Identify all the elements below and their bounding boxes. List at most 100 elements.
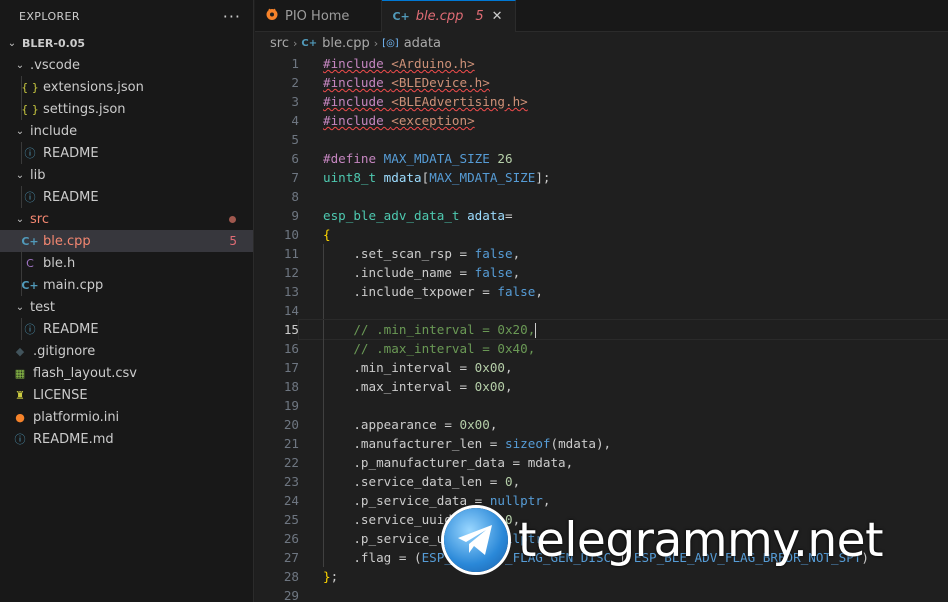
code-text: uint8_t mdata[MAX_MDATA_SIZE];	[299, 168, 948, 187]
file-item[interactable]: ♜ LICENSE	[0, 384, 253, 406]
code-line[interactable]: 20 .appearance = 0x00,	[255, 415, 948, 434]
file-item[interactable]: C+ main.cpp	[0, 274, 253, 296]
folder-item[interactable]: ⌄ src	[0, 208, 253, 230]
code-line[interactable]: 17 .min_interval = 0x00,	[255, 358, 948, 377]
item-label: README	[43, 145, 99, 161]
code-line[interactable]: 4 #include <exception>	[255, 111, 948, 130]
line-number: 10	[283, 227, 299, 242]
explorer-header: EXPLORER ···	[0, 0, 253, 32]
line-number: 13	[283, 284, 299, 299]
close-icon[interactable]: ✕	[492, 9, 503, 24]
file-item[interactable]: ● platformio.ini	[0, 406, 253, 428]
indent-guide	[323, 339, 324, 358]
file-item[interactable]: ⓘ README	[0, 186, 253, 208]
code-text: #define MAX_MDATA_SIZE 26	[299, 149, 948, 168]
item-label: README.md	[33, 431, 114, 447]
indent-guide	[323, 415, 324, 434]
tab-label: ble.cpp	[415, 9, 464, 24]
file-tree: ⌄ BLER-0.05 ⌄ .vscode { } extensions.json { } s…	[0, 32, 253, 450]
item-label: main.cpp	[43, 277, 104, 293]
code-line[interactable]: 18 .max_interval = 0x00,	[255, 377, 948, 396]
code-line[interactable]: 12 .include_name = false,	[255, 263, 948, 282]
code-token: 0	[504, 474, 513, 489]
code-text: .min_interval = 0x00,	[299, 358, 948, 377]
code-token: 0x00	[474, 360, 505, 375]
line-number: 17	[283, 360, 299, 375]
more-actions-icon[interactable]: ···	[223, 7, 241, 26]
file-item[interactable]: Cble.h	[0, 252, 253, 274]
code-token: (mdata),	[550, 436, 612, 451]
code-line[interactable]: 6 #define MAX_MDATA_SIZE 26	[255, 149, 948, 168]
indent-guide	[323, 510, 324, 529]
code-line[interactable]: 1 #include <Arduino.h>	[255, 54, 948, 73]
code-token: ,	[535, 284, 543, 299]
line-number: 1	[291, 56, 299, 71]
code-token: .service_data_len =	[323, 474, 505, 489]
code-line[interactable]: 19	[255, 396, 948, 415]
file-item[interactable]: ◆ .gitignore	[0, 340, 253, 362]
file-item[interactable]: ⓘ README.md	[0, 428, 253, 450]
breadcrumb-folder[interactable]: src	[270, 36, 289, 51]
code-line[interactable]: 11 .set_scan_rsp = false,	[255, 244, 948, 263]
info-icon: ⓘ	[24, 323, 36, 336]
folder-item[interactable]: ⌄ include	[0, 120, 253, 142]
chevron-right-icon: ›	[373, 36, 379, 50]
header-file-icon: C	[26, 256, 34, 270]
code-token: #include	[323, 75, 392, 90]
code-token: false	[474, 246, 513, 261]
code-line[interactable]: 23 .service_data_len = 0,	[255, 472, 948, 491]
code-line[interactable]: 14	[255, 301, 948, 320]
code-token: <Arduino.h>	[391, 56, 475, 71]
folder-item[interactable]: ⌄ lib	[0, 164, 253, 186]
file-item[interactable]: { } extensions.json	[0, 76, 253, 98]
code-line[interactable]: 16 // .max_interval = 0x40,	[255, 339, 948, 358]
breadcrumb-file[interactable]: ble.cpp	[322, 36, 370, 51]
code-line[interactable]: 29	[255, 586, 948, 602]
line-number: 24	[283, 493, 299, 508]
indent-guide	[323, 244, 324, 263]
code-line[interactable]: 8	[255, 187, 948, 206]
code-line[interactable]: 13 .include_txpower = false,	[255, 282, 948, 301]
code-line[interactable]: 22 .p_manufacturer_data = mdata,	[255, 453, 948, 472]
folder-item[interactable]: ⌄ test	[0, 296, 253, 318]
platformio-icon: ●	[15, 410, 25, 424]
code-line[interactable]: 3 #include <BLEAdvertising.h>	[255, 92, 948, 111]
code-line[interactable]: 9 esp_ble_adv_data_t adata=	[255, 206, 948, 225]
code-line[interactable]: 2 #include <BLEDevice.h>	[255, 73, 948, 92]
folder-item[interactable]: ⌄ BLER-0.05	[0, 32, 253, 54]
code-text: {	[299, 225, 948, 244]
line-number: 18	[283, 379, 299, 394]
file-item[interactable]: { } settings.json	[0, 98, 253, 120]
file-item[interactable]: C+ ble.cpp 5	[0, 230, 253, 252]
code-token: }	[323, 569, 331, 584]
code-line[interactable]: 10 {	[255, 225, 948, 244]
file-item[interactable]: ⓘ README	[0, 142, 253, 164]
item-label: BLER-0.05	[22, 36, 86, 50]
code-text: .include_txpower = false,	[299, 282, 948, 301]
problems-badge: 5	[229, 234, 237, 248]
indent-guide	[323, 434, 324, 453]
tab-pio-home[interactable]: PIO Home	[255, 0, 383, 32]
indent-guide	[21, 274, 22, 296]
tab-ble-cpp[interactable]: C+ ble.cpp 5 ✕	[382, 0, 516, 32]
code-line[interactable]: 7 uint8_t mdata[MAX_MDATA_SIZE];	[255, 168, 948, 187]
chevron-down-icon: ⌄	[7, 37, 17, 49]
chevron-right-icon: ›	[292, 36, 298, 50]
file-item[interactable]: ⓘ README	[0, 318, 253, 340]
code-line[interactable]: 5	[255, 130, 948, 149]
code-token: =	[505, 208, 513, 223]
indent-guide	[323, 301, 324, 320]
code-token: 0x00	[459, 417, 490, 432]
code-text: .manufacturer_len = sizeof(mdata),	[299, 434, 948, 453]
code-token: 0x00	[474, 379, 505, 394]
code-line[interactable]: 21 .manufacturer_len = sizeof(mdata),	[255, 434, 948, 453]
breadcrumb-symbol[interactable]: adata	[404, 36, 441, 51]
code-line[interactable]: 15 // .min_interval = 0x20,	[255, 319, 948, 340]
cpp-file-icon: C+	[21, 234, 39, 248]
folder-item[interactable]: ⌄ .vscode	[0, 54, 253, 76]
file-item[interactable]: ▦ flash_layout.csv	[0, 362, 253, 384]
indent-guide	[21, 318, 22, 340]
code-token: ,	[505, 360, 513, 375]
